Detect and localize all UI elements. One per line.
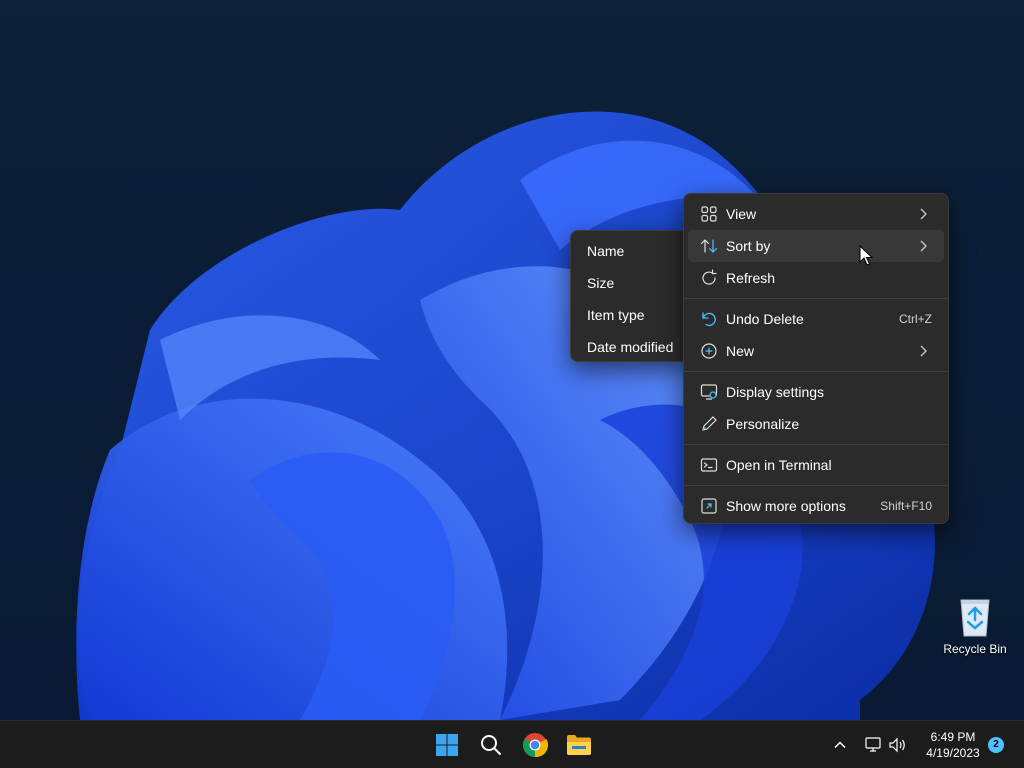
desktop-context-menu: View Sort by Refresh Undo Delete Ctrl+Z bbox=[683, 193, 949, 524]
menu-item-undo-delete[interactable]: Undo Delete Ctrl+Z bbox=[688, 303, 944, 335]
menu-item-label: New bbox=[726, 343, 755, 359]
search-button[interactable] bbox=[473, 727, 509, 763]
terminal-icon bbox=[700, 456, 718, 474]
menu-item-label: Undo Delete bbox=[726, 311, 804, 327]
menu-item-label: Refresh bbox=[726, 270, 776, 286]
shortcut-label: Shift+F10 bbox=[880, 499, 932, 513]
clock-time: 6:49 PM bbox=[930, 730, 976, 744]
menu-item-show-more-options[interactable]: Show more options Shift+F10 bbox=[688, 490, 944, 522]
sort-by-date-modified[interactable]: Date modified bbox=[575, 331, 689, 363]
menu-item-label: Sort by bbox=[726, 238, 771, 254]
chrome-icon bbox=[522, 733, 548, 758]
menu-item-label: Name bbox=[587, 243, 625, 259]
folder-icon bbox=[567, 735, 591, 755]
search-icon bbox=[481, 735, 501, 755]
file-explorer-taskbar-button[interactable] bbox=[561, 727, 597, 763]
menu-item-label: Size bbox=[587, 275, 615, 291]
chevron-right-icon bbox=[920, 345, 927, 357]
taskbar: 6:49 PM 4/19/2023 2 bbox=[0, 720, 1024, 768]
pen-icon bbox=[700, 415, 718, 433]
menu-separator bbox=[684, 485, 948, 486]
system-clock[interactable]: 6:49 PM 4/19/2023 bbox=[918, 729, 988, 761]
view-grid-icon bbox=[700, 205, 718, 223]
menu-item-label: Date modified bbox=[587, 339, 674, 355]
menu-item-open-in-terminal[interactable]: Open in Terminal bbox=[688, 449, 944, 481]
mouse-cursor-icon bbox=[859, 245, 873, 266]
recycle-bin-icon bbox=[960, 599, 990, 637]
windows-start-icon bbox=[436, 734, 458, 756]
sort-by-item-type[interactable]: Item type bbox=[575, 299, 689, 331]
clock-date: 4/19/2023 bbox=[926, 746, 980, 760]
new-plus-icon bbox=[700, 342, 718, 360]
display-settings-icon bbox=[700, 383, 718, 401]
menu-item-label: Personalize bbox=[726, 416, 800, 432]
menu-item-label: Item type bbox=[587, 307, 645, 323]
sort-icon bbox=[700, 237, 718, 255]
chrome-taskbar-button[interactable] bbox=[517, 727, 553, 763]
menu-separator bbox=[684, 298, 948, 299]
sort-by-size[interactable]: Size bbox=[575, 267, 689, 299]
recycle-bin-shortcut[interactable]: Recycle Bin bbox=[942, 594, 1008, 664]
network-icon bbox=[865, 737, 881, 752]
menu-item-view[interactable]: View bbox=[688, 198, 944, 230]
menu-item-sort-by[interactable]: Sort by bbox=[688, 230, 944, 262]
quick-settings-button[interactable] bbox=[858, 727, 914, 763]
shortcut-label: Ctrl+Z bbox=[899, 312, 932, 326]
start-button[interactable] bbox=[429, 727, 465, 763]
menu-item-label: Show more options bbox=[726, 498, 846, 514]
menu-item-refresh[interactable]: Refresh bbox=[688, 262, 944, 294]
show-hidden-icons-button[interactable] bbox=[826, 727, 854, 763]
recycle-bin-label: Recycle Bin bbox=[943, 642, 1007, 656]
undo-icon bbox=[700, 310, 718, 328]
menu-item-label: Display settings bbox=[726, 384, 825, 400]
menu-item-display-settings[interactable]: Display settings bbox=[688, 376, 944, 408]
sort-by-submenu: Name Size Item type Date modified bbox=[570, 230, 694, 362]
notification-count-badge[interactable]: 2 bbox=[988, 737, 1004, 753]
sort-by-name[interactable]: Name bbox=[575, 235, 689, 267]
chevron-right-icon bbox=[920, 208, 927, 220]
menu-separator bbox=[684, 444, 948, 445]
menu-item-label: Open in Terminal bbox=[726, 457, 832, 473]
refresh-icon bbox=[700, 269, 718, 287]
chevron-right-icon bbox=[920, 240, 927, 252]
menu-item-new[interactable]: New bbox=[688, 335, 944, 367]
menu-separator bbox=[684, 371, 948, 372]
chevron-up-icon bbox=[834, 741, 846, 749]
menu-item-label: View bbox=[726, 206, 757, 222]
menu-item-personalize[interactable]: Personalize bbox=[688, 408, 944, 440]
more-options-icon bbox=[700, 497, 718, 515]
volume-icon bbox=[889, 737, 905, 753]
